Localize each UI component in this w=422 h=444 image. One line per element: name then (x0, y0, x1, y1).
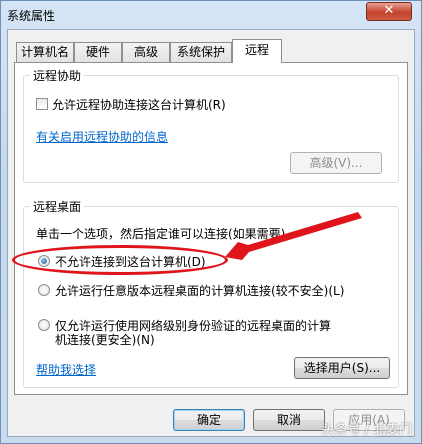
watermark: 头条号 / 北麦门 (321, 423, 412, 438)
tab-remote[interactable]: 远程 (232, 39, 282, 63)
annotation-arrow-icon (225, 212, 362, 260)
annotation-arrow-shape (225, 212, 362, 260)
